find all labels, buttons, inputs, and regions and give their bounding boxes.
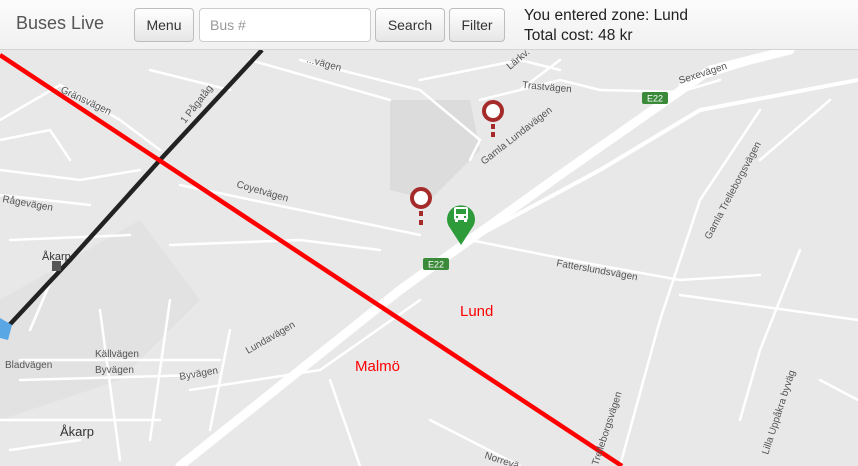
search-button[interactable]: Search (375, 8, 445, 42)
map-canvas[interactable]: Gränsvägen 1 Pågatåg Coyetvägen Gamla Lu… (0, 50, 858, 466)
stop-marker-head[interactable] (482, 100, 504, 122)
total-cost-text: Total cost: 48 kr (524, 27, 633, 44)
route-badge: E22 (642, 92, 668, 104)
route-badge-label: E22 (647, 94, 663, 104)
bus-icon (454, 207, 468, 222)
zone-entered-text: You entered zone: Lund (524, 7, 689, 24)
route-badge: E22 (423, 258, 449, 270)
route-badge-label: E22 (428, 260, 444, 270)
road-label: Bladvägen (5, 360, 52, 371)
place-label-town: Åkarp (60, 424, 94, 439)
stop-marker-dash (491, 132, 495, 137)
zone-label-lund: Lund (460, 303, 493, 320)
menu-button[interactable]: Menu (134, 8, 194, 42)
zone-label-malmo: Malmö (355, 358, 400, 375)
stop-marker-head[interactable] (410, 187, 432, 209)
filter-button[interactable]: Filter (449, 8, 505, 42)
bus-number-input[interactable] (199, 8, 371, 42)
road-label: Källvägen (95, 349, 139, 360)
road-label: Byvägen (95, 365, 134, 376)
place-label-station: Åkarp (42, 250, 71, 263)
zone-status: You entered zone: Lund Total cost: 48 kr (524, 6, 688, 46)
map-view[interactable]: Gränsvägen 1 Pågatåg Coyetvägen Gamla Lu… (0, 50, 858, 466)
stop-marker-dash (419, 220, 423, 225)
top-toolbar: Buses Live Menu Search Filter You entere… (0, 0, 858, 50)
app-title[interactable]: Buses Live (16, 13, 104, 34)
stop-marker-dash (491, 124, 495, 129)
stop-marker-dash (419, 211, 423, 216)
